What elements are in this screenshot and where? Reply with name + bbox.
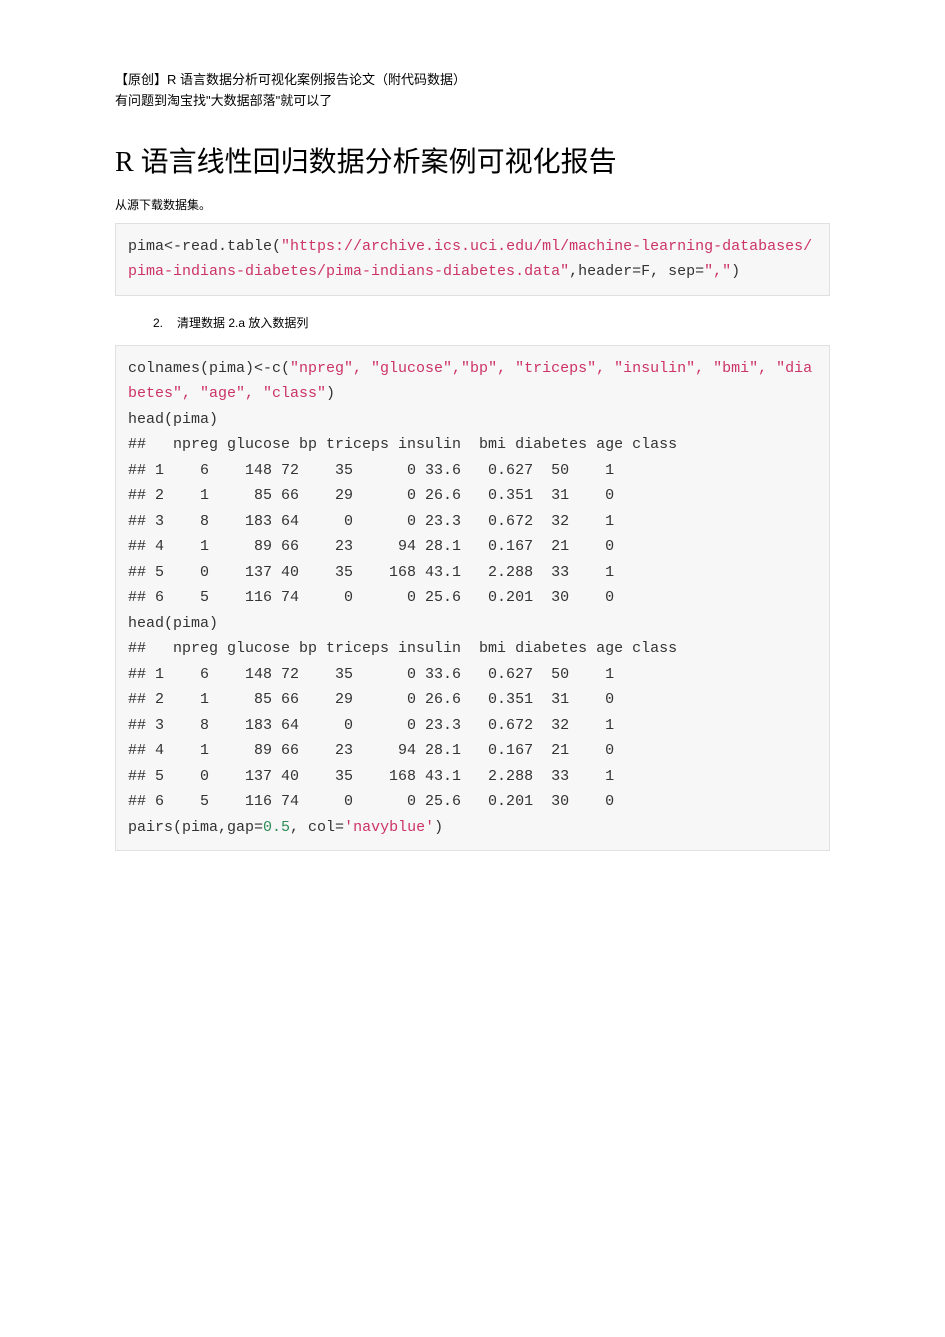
code-number: 0.5 [263, 819, 290, 836]
output-row: ## 4 1 89 66 23 94 28.1 0.167 21 0 [128, 742, 614, 759]
header-line-2: 有问题到淘宝找"大数据部落"就可以了 [115, 91, 830, 112]
code-text: ) [434, 819, 443, 836]
code-block-read-table: pima<-read.table("https://archive.ics.uc… [115, 223, 830, 296]
output-header: ## npreg glucose bp triceps insulin bmi … [128, 640, 677, 657]
code-text: , col= [290, 819, 344, 836]
document-page: 【原创】R 语言数据分析可视化案例报告论文（附代码数据） 有问题到淘宝找"大数据… [0, 0, 945, 909]
code-block-main: colnames(pima)<-c("npreg", "glucose","bp… [115, 345, 830, 852]
ordered-list-item: 2. 清理数据 2.a 放入数据列 [153, 314, 830, 331]
code-text: ,header=F, sep= [569, 263, 704, 280]
code-text: head(pima) [128, 615, 218, 632]
code-text: ) [326, 385, 335, 402]
output-row: ## 4 1 89 66 23 94 28.1 0.167 21 0 [128, 538, 614, 555]
header-line-1: 【原创】R 语言数据分析可视化案例报告论文（附代码数据） [115, 70, 830, 91]
code-string: "," [704, 263, 731, 280]
output-row: ## 2 1 85 66 29 0 26.6 0.351 31 0 [128, 487, 614, 504]
code-text: pairs(pima,gap= [128, 819, 263, 836]
code-text: colnames(pima)<-c( [128, 360, 290, 377]
output-row: ## 2 1 85 66 29 0 26.6 0.351 31 0 [128, 691, 614, 708]
output-row: ## 1 6 148 72 35 0 33.6 0.627 50 1 [128, 666, 614, 683]
page-title: R 语言线性回归数据分析案例可视化报告 [115, 140, 830, 180]
output-row: ## 3 8 183 64 0 0 23.3 0.672 32 1 [128, 717, 614, 734]
header-meta: 【原创】R 语言数据分析可视化案例报告论文（附代码数据） 有问题到淘宝找"大数据… [115, 70, 830, 112]
list-text: 清理数据 2.a 放入数据列 [177, 316, 308, 330]
output-header: ## npreg glucose bp triceps insulin bmi … [128, 436, 677, 453]
output-row: ## 1 6 148 72 35 0 33.6 0.627 50 1 [128, 462, 614, 479]
code-text: ) [731, 263, 740, 280]
output-row: ## 6 5 116 74 0 0 25.6 0.201 30 0 [128, 793, 614, 810]
list-number: 2. [153, 316, 163, 330]
output-row: ## 5 0 137 40 35 168 43.1 2.288 33 1 [128, 564, 614, 581]
output-row: ## 6 5 116 74 0 0 25.6 0.201 30 0 [128, 589, 614, 606]
output-row: ## 3 8 183 64 0 0 23.3 0.672 32 1 [128, 513, 614, 530]
intro-text: 从源下载数据集。 [115, 196, 830, 213]
code-string: 'navyblue' [344, 819, 434, 836]
output-row: ## 5 0 137 40 35 168 43.1 2.288 33 1 [128, 768, 614, 785]
code-text: head(pima) [128, 411, 218, 428]
code-text: pima<-read.table( [128, 238, 281, 255]
